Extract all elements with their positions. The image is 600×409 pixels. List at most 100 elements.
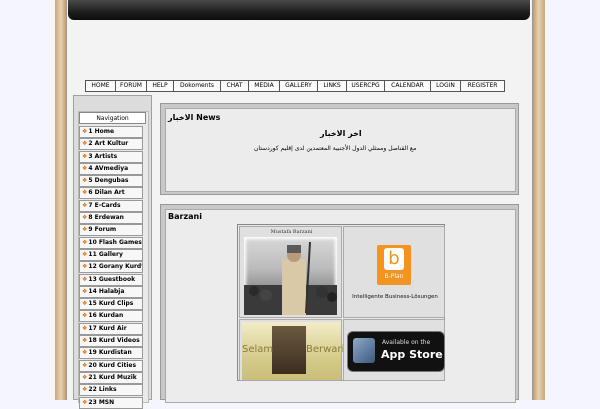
sidebar-item[interactable]: ❖ 20 Kurd Cities bbox=[79, 359, 143, 372]
bullet-icon: ❖ bbox=[82, 238, 88, 246]
berwari-text: Berwari bbox=[306, 344, 345, 355]
sidebar-item[interactable]: ❖ 12 Gorany Kurdy bbox=[79, 261, 143, 274]
sidebar-item[interactable]: ❖ 4 AVmediya bbox=[79, 162, 143, 175]
sidebar-item[interactable]: ❖ 18 Kurd Videos bbox=[79, 335, 143, 348]
sidebar-menu: ❖ 1 Home ❖ 2 Art Kultur ❖ 3 Artists ❖ 4 AVmediy… bbox=[79, 126, 143, 409]
bplan-letter: b bbox=[384, 248, 404, 270]
sidebar-item[interactable]: ❖ 3 Artists bbox=[79, 150, 143, 163]
sidebar-item[interactable]: ❖ 22 Links bbox=[79, 384, 143, 397]
nav-login[interactable]: LOGIN bbox=[430, 80, 461, 92]
selam-berwari-cell[interactable]: Selam Berwari bbox=[239, 319, 345, 381]
barzani-photo-cell[interactable]: Mustafa Barzani bbox=[239, 226, 342, 318]
barzani-photo-art bbox=[244, 241, 337, 315]
bullet-icon: ❖ bbox=[82, 214, 88, 222]
bplan-name: B-Plan bbox=[384, 273, 404, 280]
bullet-icon: ❖ bbox=[82, 287, 88, 295]
news-title: الاخبار News bbox=[168, 113, 221, 122]
sidebar-item[interactable]: ❖ 8 Erdewan bbox=[79, 212, 143, 225]
sidebar-item[interactable]: ❖ 9 Forum bbox=[79, 224, 143, 237]
bullet-icon: ❖ bbox=[82, 226, 88, 234]
bullet-icon: ❖ bbox=[82, 275, 88, 283]
sidebar-item-label: 23 MSN bbox=[88, 398, 115, 406]
sidebar-item-label: 7 E-Cards bbox=[88, 201, 121, 209]
sidebar-item-label: 5 Dengubas bbox=[88, 177, 129, 185]
bplan-ad-cell[interactable]: b B-Plan Intelligente Business-Lösungen bbox=[343, 226, 445, 318]
bullet-icon: ❖ bbox=[82, 361, 88, 369]
bullet-icon: ❖ bbox=[82, 312, 88, 320]
bullet-icon: ❖ bbox=[82, 373, 88, 381]
sidebar-item[interactable]: ❖ 11 Gallery bbox=[79, 248, 143, 261]
bullet-icon: ❖ bbox=[82, 349, 88, 357]
sidebar-title: Navigation bbox=[79, 112, 146, 124]
sidebar-item-label: 1 Home bbox=[88, 128, 115, 135]
appstore-badge[interactable]: Available on the App Store bbox=[347, 331, 445, 372]
nav-home[interactable]: HOME bbox=[85, 80, 116, 92]
sidebar-item-label: 12 Gorany Kurdy bbox=[88, 263, 143, 271]
nav-dokoments[interactable]: Dokoments bbox=[173, 80, 221, 92]
bullet-icon: ❖ bbox=[82, 300, 88, 308]
sidebar-item[interactable]: ❖ 10 Flash Games bbox=[79, 236, 143, 249]
bullet-icon: ❖ bbox=[82, 152, 88, 160]
sidebar-item-label: 8 Erdewan bbox=[88, 214, 124, 222]
sidebar-item[interactable]: ❖ 17 Kurd Air bbox=[79, 322, 143, 335]
bullet-icon: ❖ bbox=[82, 386, 88, 394]
banner-grid: Mustafa Barzani b B-Plan Intelligente Bu… bbox=[237, 224, 445, 381]
frame-right-border bbox=[532, 0, 545, 400]
sidebar-item[interactable]: ❖ 19 Kurdistan bbox=[79, 347, 143, 360]
sidebar-item[interactable]: ❖ 1 Home bbox=[79, 126, 143, 138]
nav-forum[interactable]: FORUM bbox=[115, 80, 147, 92]
sidebar-item-label: 15 Kurd Clips bbox=[88, 300, 134, 308]
bullet-icon: ❖ bbox=[82, 177, 88, 185]
nav-usercpg[interactable]: USERCPG bbox=[346, 80, 385, 92]
nav-help[interactable]: HELP bbox=[146, 80, 174, 92]
barzani-title: Barzani bbox=[168, 212, 202, 221]
bullet-icon: ❖ bbox=[82, 189, 88, 197]
sidebar-item-label: 14 Halabja bbox=[88, 287, 125, 295]
bullet-icon: ❖ bbox=[82, 263, 88, 271]
nav-links[interactable]: LINKS bbox=[317, 80, 347, 92]
appstore-big-text: App Store bbox=[381, 348, 443, 361]
sidebar-item[interactable]: ❖ 21 Kurd Muzik bbox=[79, 371, 143, 384]
bullet-icon: ❖ bbox=[82, 201, 88, 209]
bullet-icon: ❖ bbox=[82, 140, 88, 148]
sidebar-item[interactable]: ❖ 7 E-Cards bbox=[79, 199, 143, 212]
selam-text: Selam bbox=[242, 344, 274, 355]
barzani-photo bbox=[244, 237, 337, 315]
sidebar-item-label: 17 Kurd Air bbox=[88, 324, 127, 332]
sidebar-item[interactable]: ❖ 2 Art Kultur bbox=[79, 138, 143, 151]
sidebar-item-label: 4 AVmediya bbox=[88, 164, 129, 172]
sidebar-item[interactable]: ❖ 15 Kurd Clips bbox=[79, 298, 143, 311]
news-heading: اخر الاخبار bbox=[320, 129, 362, 138]
sidebar-item-label: 21 Kurd Muzik bbox=[88, 373, 137, 381]
appstore-cell[interactable]: Available on the App Store bbox=[343, 319, 445, 381]
sidebar-item-label: 3 Artists bbox=[88, 152, 118, 160]
app-icon bbox=[353, 338, 375, 363]
bullet-icon: ❖ bbox=[82, 398, 88, 406]
sidebar-item-label: 22 Links bbox=[88, 386, 117, 394]
sidebar-item[interactable]: ❖ 13 Guestbook bbox=[79, 273, 143, 286]
sidebar-item-label: 10 Flash Games bbox=[88, 238, 142, 246]
sidebar-item-label: 6 Dilan Art bbox=[88, 189, 125, 197]
sidebar-item[interactable]: ❖ 5 Dengubas bbox=[79, 175, 143, 188]
sidebar-item[interactable]: ❖ 23 MSN bbox=[79, 396, 143, 409]
bplan-tagline: Intelligente Business-Lösungen bbox=[352, 294, 438, 300]
sidebar-item[interactable]: ❖ 14 Halabja bbox=[79, 285, 143, 298]
photo-caption: Mustafa Barzani bbox=[270, 229, 313, 235]
bullet-icon: ❖ bbox=[82, 250, 88, 258]
bullet-icon: ❖ bbox=[82, 128, 88, 135]
sidebar-item[interactable]: ❖ 16 Kurdan bbox=[79, 310, 143, 323]
nav-register[interactable]: REGISTER bbox=[460, 80, 505, 92]
selam-berwari-photo bbox=[272, 326, 306, 374]
nav-media[interactable]: MEDIA bbox=[248, 80, 280, 92]
news-headline-link[interactable]: مع القناصل وممثلي الدول الأجنبية المعتمد… bbox=[254, 145, 416, 152]
bullet-icon: ❖ bbox=[82, 164, 88, 172]
sidebar-item-label: 19 Kurdistan bbox=[88, 349, 132, 357]
nav-chat[interactable]: CHAT bbox=[220, 80, 249, 92]
nav-gallery[interactable]: GALLERY bbox=[279, 80, 318, 92]
top-navigation: HOME FORUM HELP Dokoments CHAT MEDIA GAL… bbox=[85, 80, 505, 92]
appstore-small-text: Available on the bbox=[382, 339, 431, 346]
top-header-bar bbox=[68, 0, 530, 20]
nav-calendar[interactable]: CALENDAR bbox=[384, 80, 431, 92]
sidebar-item[interactable]: ❖ 6 Dilan Art bbox=[79, 187, 143, 200]
sidebar-item-label: 13 Guestbook bbox=[88, 275, 136, 283]
